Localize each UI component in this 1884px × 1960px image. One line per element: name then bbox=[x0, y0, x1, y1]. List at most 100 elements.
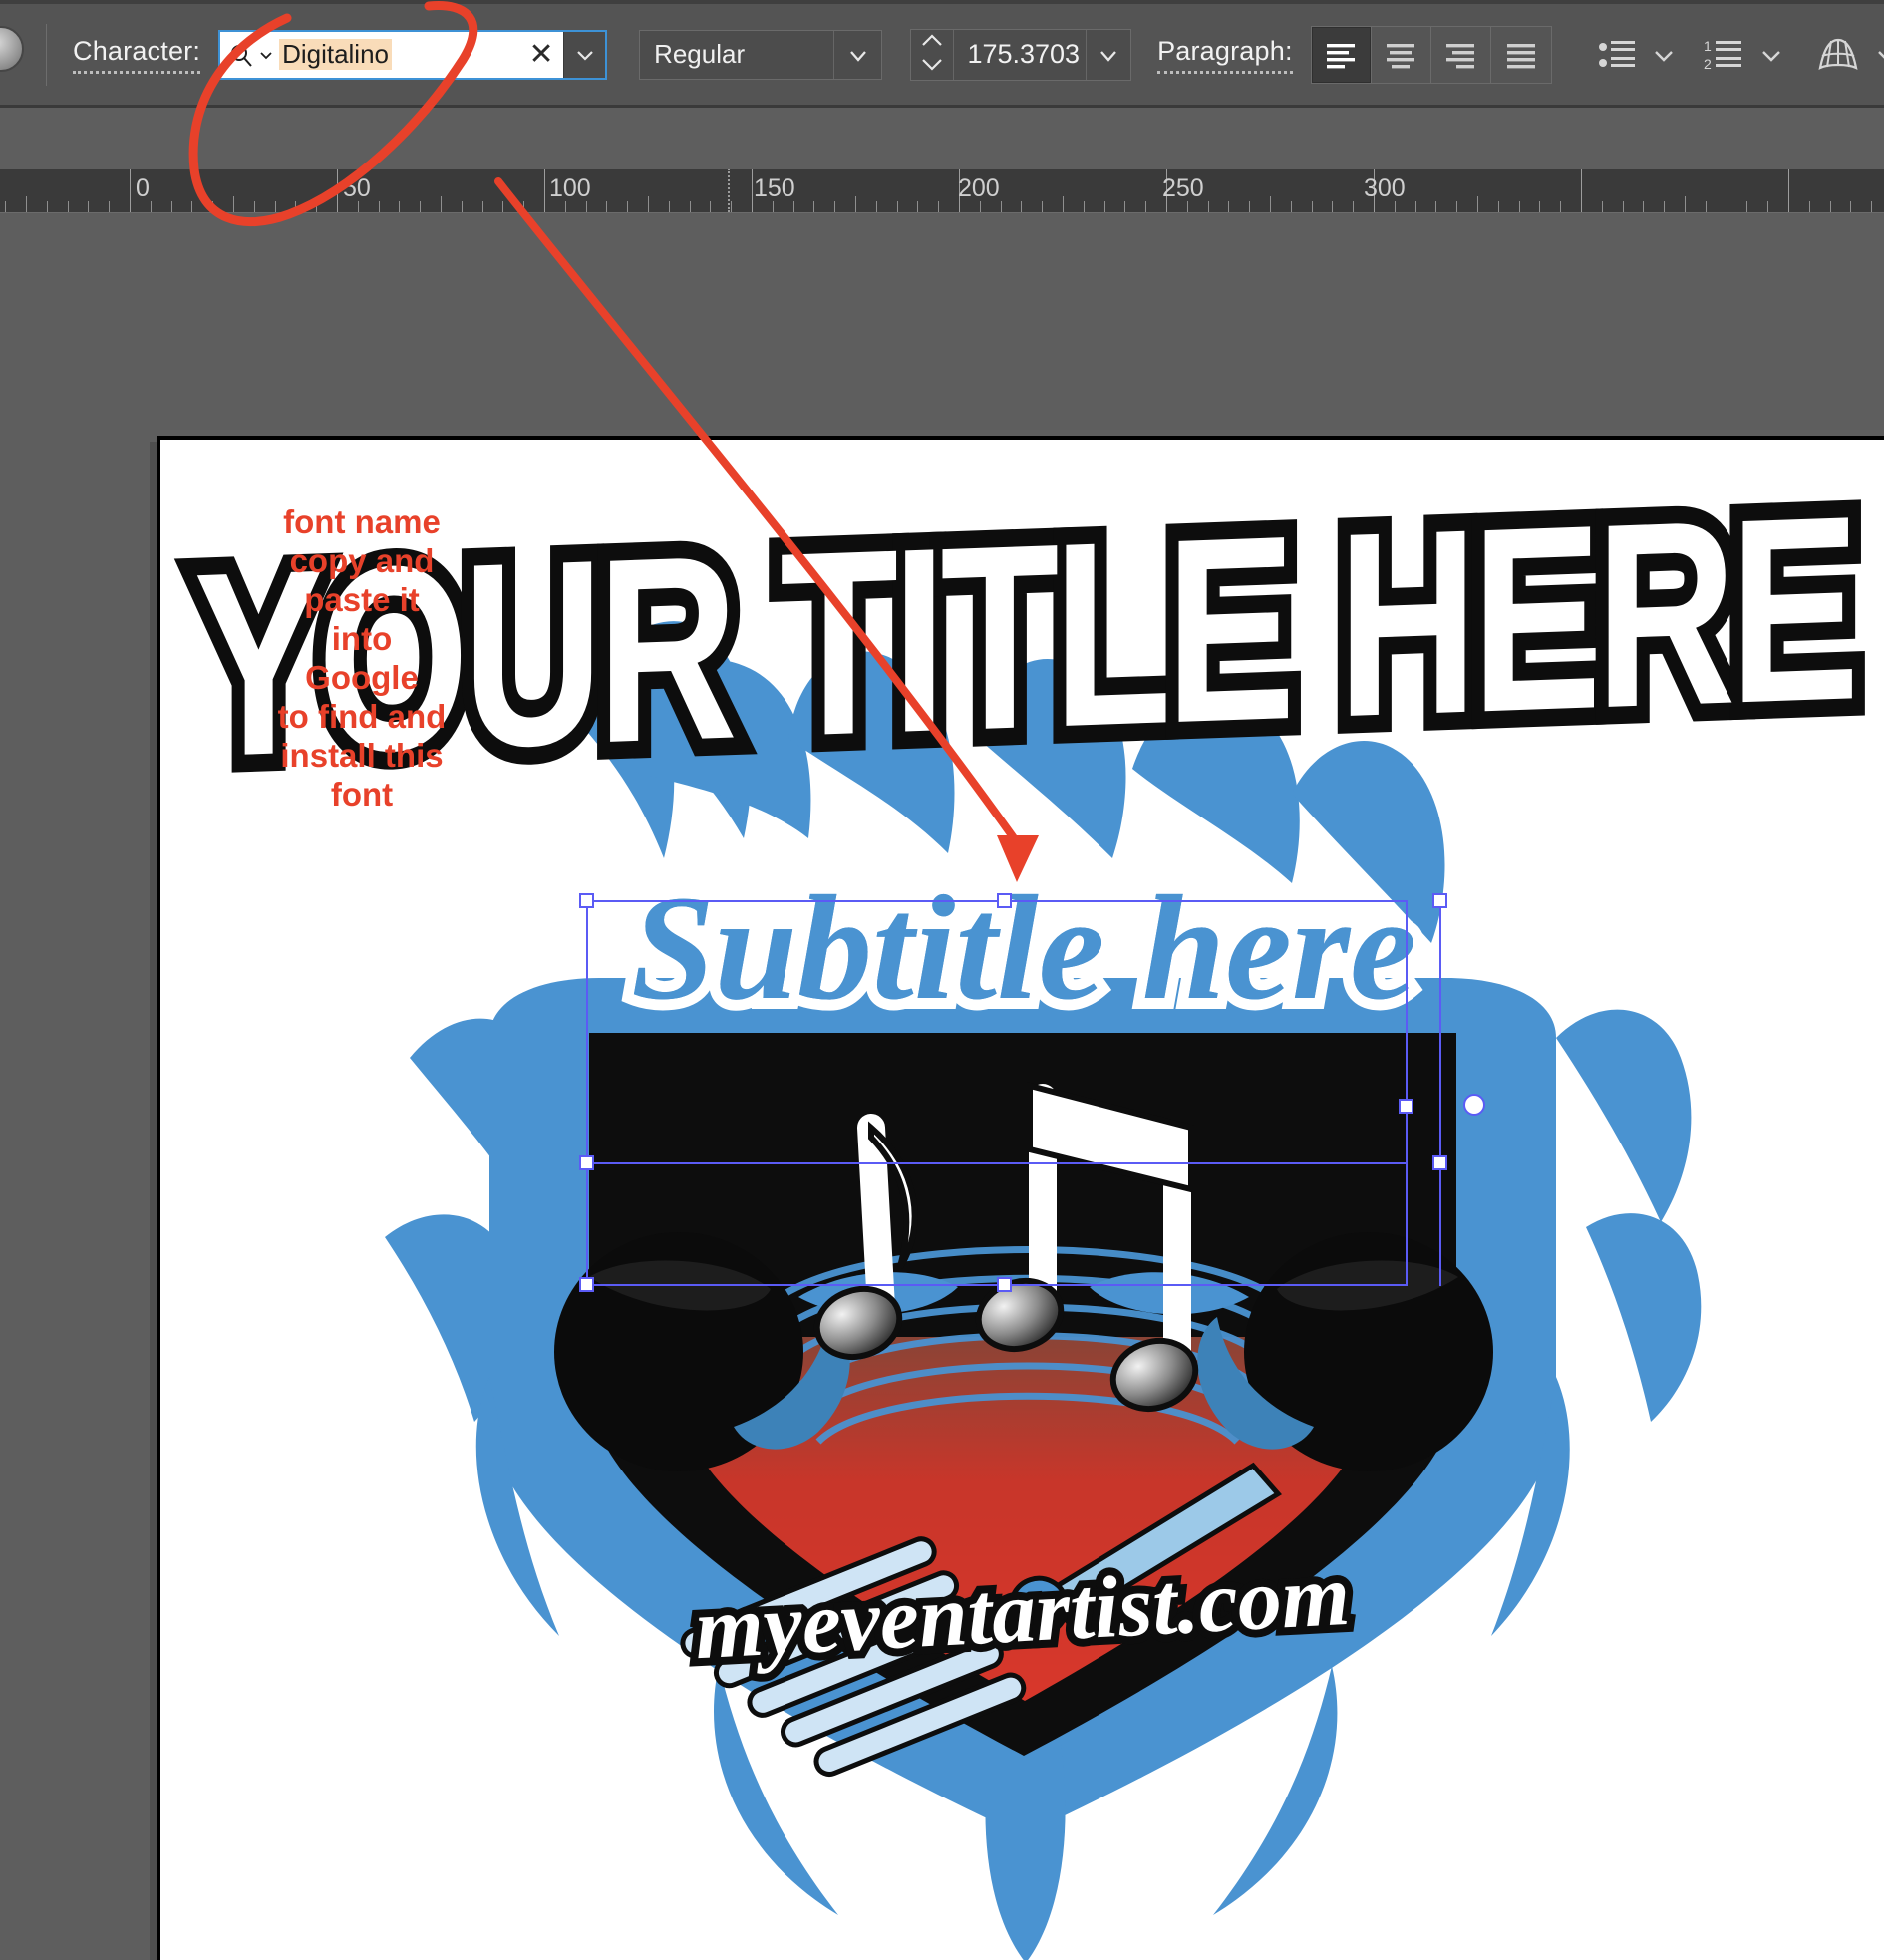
ruler-minor-tick bbox=[379, 201, 380, 212]
font-size-steppers[interactable] bbox=[911, 30, 953, 80]
ruler-minor-tick bbox=[88, 201, 89, 212]
illustrator-window: Character: Digitalino ✕ Regular 175.3703… bbox=[0, 0, 1884, 1960]
selection-handle-middle-right[interactable] bbox=[1432, 1155, 1447, 1170]
ruler-minor-tick bbox=[690, 201, 691, 212]
stepper-up-icon[interactable] bbox=[919, 33, 945, 53]
ruler-minor-tick bbox=[834, 201, 835, 212]
font-size-spinner[interactable]: 175.3703 bbox=[910, 28, 1132, 81]
ruler-minor-tick bbox=[855, 196, 856, 212]
font-family-value[interactable]: Digitalino bbox=[279, 39, 393, 70]
svg-text:1: 1 bbox=[1704, 38, 1712, 54]
bulleted-list-button[interactable] bbox=[1592, 27, 1644, 83]
ruler-minor-tick bbox=[813, 201, 814, 212]
ruler-minor-tick bbox=[1706, 201, 1707, 212]
ruler-minor-tick bbox=[1104, 201, 1105, 212]
selection-handle-bottom-left[interactable] bbox=[579, 1277, 594, 1292]
search-options-chevron-down-icon[interactable] bbox=[259, 48, 273, 62]
clear-font-search-button[interactable]: ✕ bbox=[519, 31, 564, 78]
ruler-minor-tick bbox=[482, 201, 483, 212]
font-style-value[interactable]: Regular bbox=[640, 30, 834, 79]
warp-envelope-button[interactable] bbox=[1809, 27, 1867, 83]
annotation-line: install this bbox=[280, 736, 444, 774]
ruler-major-tick bbox=[337, 169, 338, 212]
annotation-line: font bbox=[330, 775, 394, 813]
ruler-minor-tick bbox=[1664, 201, 1665, 212]
ruler-minor-tick bbox=[731, 201, 732, 212]
font-size-input[interactable]: 175.3703 bbox=[953, 29, 1088, 80]
ruler-minor-tick bbox=[1435, 201, 1436, 212]
align-center-button[interactable] bbox=[1371, 26, 1431, 83]
ruler-minor-tick bbox=[669, 201, 670, 212]
ruler-label: 200 bbox=[958, 174, 1000, 202]
ruler-minor-tick bbox=[1291, 201, 1292, 212]
ruler-major-tick bbox=[1788, 169, 1789, 212]
align-left-button[interactable] bbox=[1311, 26, 1372, 83]
horizontal-ruler[interactable]: 0 50 100 150 200 250 300 bbox=[0, 169, 1884, 213]
ruler-minor-tick bbox=[1042, 201, 1043, 212]
ruler-minor-tick bbox=[938, 201, 939, 212]
numbered-list-chevron-down-icon[interactable] bbox=[1751, 27, 1791, 83]
app-orb-icon bbox=[0, 26, 24, 72]
annotation-line: Google bbox=[305, 658, 419, 696]
ruler-minor-tick bbox=[606, 201, 607, 212]
ruler-minor-tick bbox=[523, 201, 524, 212]
font-style-combo[interactable]: Regular bbox=[639, 29, 883, 80]
ruler-label: 250 bbox=[1162, 174, 1204, 202]
ruler-minor-tick bbox=[1456, 201, 1457, 212]
ruler-minor-tick bbox=[1021, 201, 1022, 212]
selection-edge-right bbox=[1439, 900, 1441, 1286]
character-panel-label[interactable]: Character: bbox=[73, 36, 201, 74]
ruler-major-tick bbox=[752, 169, 753, 212]
align-justify-button[interactable] bbox=[1490, 26, 1551, 83]
selection-edge-bottom bbox=[586, 1284, 1406, 1286]
paragraph-panel-label[interactable]: Paragraph: bbox=[1157, 36, 1293, 74]
selection-handle-top-center[interactable] bbox=[997, 893, 1012, 908]
divider bbox=[46, 23, 47, 86]
font-size-chevron-down-icon[interactable] bbox=[1087, 30, 1130, 80]
annotation-line: to find and bbox=[277, 697, 447, 735]
font-style-chevron-down-icon[interactable] bbox=[833, 30, 881, 79]
font-family-input[interactable]: Digitalino bbox=[220, 31, 520, 78]
selection-handle-top-left[interactable] bbox=[579, 893, 594, 908]
search-icon bbox=[229, 43, 253, 67]
ruler-minor-tick bbox=[1332, 201, 1333, 212]
ruler-label: 50 bbox=[343, 174, 371, 202]
ruler-minor-tick bbox=[109, 201, 110, 212]
ruler-minor-tick bbox=[399, 201, 400, 212]
font-family-combo[interactable]: Digitalino ✕ bbox=[218, 29, 608, 80]
character-control-bar: Character: Digitalino ✕ Regular 175.3703… bbox=[0, 0, 1884, 108]
ruler-minor-tick bbox=[1124, 201, 1125, 212]
align-right-button[interactable] bbox=[1430, 26, 1491, 83]
annotation-line: copy and bbox=[289, 541, 435, 579]
ruler-label: 300 bbox=[1364, 174, 1406, 202]
warp-chevron-down-icon[interactable] bbox=[1867, 27, 1884, 83]
ruler-minor-tick bbox=[462, 201, 463, 212]
ruler-minor-tick bbox=[1643, 201, 1644, 212]
ruler-major-tick bbox=[1581, 169, 1582, 212]
ruler-minor-tick bbox=[1539, 201, 1540, 212]
selection-handle-middle-left[interactable] bbox=[579, 1155, 594, 1170]
selection-handle-bottom-center[interactable] bbox=[997, 1277, 1012, 1292]
numbered-list-button[interactable]: 1 2 bbox=[1700, 27, 1751, 83]
svg-text:Subtitle here: Subtitle here bbox=[631, 865, 1416, 1031]
ruler-minor-tick bbox=[1685, 196, 1686, 212]
ruler-minor-tick bbox=[917, 201, 918, 212]
ruler-minor-tick bbox=[1415, 201, 1416, 212]
font-family-chevron-down-icon[interactable] bbox=[563, 31, 606, 78]
selection-handle-top-right[interactable] bbox=[1432, 893, 1447, 908]
bulleted-list-chevron-down-icon[interactable] bbox=[1644, 27, 1684, 83]
ruler-major-tick bbox=[130, 169, 131, 212]
rotation-handle[interactable] bbox=[1463, 1094, 1485, 1116]
ruler-minor-tick bbox=[1871, 201, 1872, 212]
ruler-minor-tick bbox=[1809, 201, 1810, 212]
ruler-minor-tick bbox=[254, 201, 255, 212]
selection-handle-inner-right[interactable] bbox=[1399, 1099, 1413, 1114]
stepper-down-icon[interactable] bbox=[919, 57, 945, 77]
ruler-minor-tick bbox=[1477, 196, 1478, 212]
paragraph-alignment-group bbox=[1310, 25, 1552, 84]
ruler-label: 100 bbox=[549, 174, 591, 202]
ruler-minor-tick bbox=[627, 201, 628, 212]
ruler-minor-tick bbox=[191, 201, 192, 212]
selection-edge-mid bbox=[586, 1162, 1406, 1164]
ruler-minor-tick bbox=[1602, 201, 1603, 212]
